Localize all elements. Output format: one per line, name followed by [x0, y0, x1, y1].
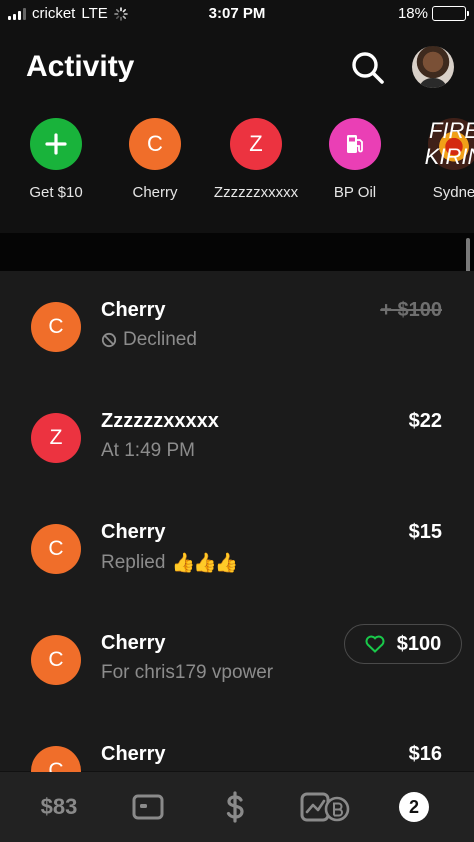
activity-row[interactable]: C Cherry Replied 👍👍👍 $15	[0, 519, 474, 619]
logo-text: FIRE KIRIN	[424, 118, 474, 169]
contact-initial: Z	[230, 118, 282, 170]
activity-row[interactable]: C Cherry For chris179 vpower $100	[0, 624, 474, 730]
activity-name: Zzzzzzxxxxx	[101, 410, 219, 432]
like-pill[interactable]: $100	[344, 624, 462, 664]
contact-name: Sydne	[432, 184, 474, 201]
detail-text: Replied	[101, 552, 166, 573]
fire-kirin-logo: FIRE KIRIN	[424, 118, 474, 170]
contact-name: BP Oil	[333, 184, 377, 201]
activity-detail: For chris179 vpower	[101, 662, 273, 684]
nav-balance[interactable]: $83	[22, 772, 96, 842]
contact-get-10[interactable]: Get $10	[6, 118, 106, 201]
recent-contacts: Get $10 C Cherry Z Zzzzzzxxxxx BP Oil FI…	[0, 118, 474, 214]
card-icon[interactable]	[126, 772, 170, 842]
contact-initial: C	[129, 118, 181, 170]
contact-name: Zzzzzzxxxxx	[213, 184, 299, 201]
activity-screen: cricket LTE 3:07 PM 18% Activity Get $10…	[0, 0, 474, 842]
activity-avatar: C	[31, 302, 81, 352]
activity-detail: Replied 👍👍👍	[101, 551, 238, 575]
contact-name: Get $10	[29, 184, 83, 201]
activity-tab[interactable]: 2	[392, 772, 436, 842]
bottom-nav: $83 2	[0, 772, 474, 842]
search-icon[interactable]	[348, 48, 388, 88]
activity-detail: Declined	[101, 329, 197, 351]
activity-amount: $22	[408, 410, 442, 432]
detail-text: For chris179 vpower	[101, 662, 274, 683]
dollar-icon[interactable]	[213, 772, 257, 842]
heart-icon[interactable]	[365, 635, 385, 653]
plus-icon	[30, 118, 82, 170]
declined-icon	[101, 332, 117, 348]
activity-badge: 2	[399, 792, 429, 822]
page-title: Activity	[26, 50, 135, 83]
stocks-bitcoin-icon[interactable]	[298, 772, 352, 842]
activity-amount: $15	[408, 521, 442, 543]
contact-bp-oil[interactable]: BP Oil	[305, 118, 405, 201]
activity-row[interactable]: C Cherry Declined + $100	[0, 297, 474, 397]
contact-zzzzzzxxxxx[interactable]: Z Zzzzzzxxxxx	[206, 118, 306, 201]
activity-name: Cherry	[101, 521, 166, 543]
activity-name: Cherry	[101, 632, 166, 654]
detail-text: At 1:49 PM	[101, 440, 195, 461]
battery-percent: 18%	[397, 5, 428, 22]
thumbs-up-reaction: 👍👍👍	[171, 553, 238, 574]
battery-icon	[432, 6, 469, 21]
header: Activity	[0, 40, 474, 100]
contact-name: Cherry	[132, 184, 178, 201]
activity-name: Cherry	[101, 299, 166, 321]
gas-pump-icon	[329, 118, 381, 170]
profile-avatar[interactable]	[412, 46, 454, 88]
activity-avatar: C	[31, 524, 81, 574]
activity-avatar: Z	[31, 413, 81, 463]
status-bar: cricket LTE 3:07 PM 18%	[0, 0, 474, 28]
activity-amount: $16	[408, 743, 442, 765]
section-divider	[0, 233, 474, 271]
activity-row[interactable]: Z Zzzzzzxxxxx At 1:49 PM $22	[0, 408, 474, 508]
activity-name: Cherry	[101, 743, 166, 765]
contact-sydne[interactable]: FIRE KIRIN Sydne	[404, 118, 474, 201]
status-right: 18%	[397, 5, 469, 22]
activity-amount: + $100	[380, 299, 442, 321]
detail-text: Declined	[123, 329, 197, 350]
contact-cherry[interactable]: C Cherry	[105, 118, 205, 201]
activity-amount: $100	[396, 632, 442, 655]
activity-avatar: C	[31, 635, 81, 685]
activity-detail: At 1:49 PM	[101, 440, 195, 462]
